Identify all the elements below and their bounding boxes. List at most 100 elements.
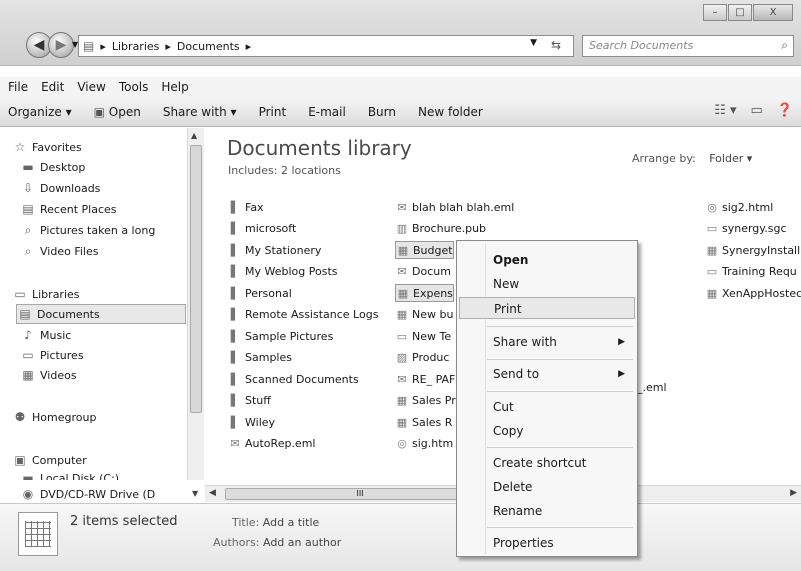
forward-button[interactable]: ▶: [48, 32, 74, 58]
nav-pictures-taken[interactable]: ⌕ Pictures taken a long: [20, 223, 156, 238]
folder-icon: ▤: [83, 39, 95, 53]
nav-local-disk[interactable]: ▬ Local Disk (C:): [20, 471, 119, 480]
library-locations-link[interactable]: Includes: 2 locations: [228, 164, 341, 177]
nav-homegroup[interactable]: ⚉ Homegroup: [12, 410, 97, 424]
nav-documents[interactable]: ▤ Documents: [16, 304, 186, 324]
menu-edit[interactable]: Edit: [41, 80, 64, 94]
file-item[interactable]: ▌ Fax: [228, 198, 264, 216]
file-item[interactable]: ▌ Personal: [228, 284, 292, 302]
file-item[interactable]: ▌ Stuff: [228, 392, 271, 410]
print-button[interactable]: Print: [259, 105, 287, 119]
scroll-thumb[interactable]: [190, 145, 202, 413]
file-item[interactable]: ▭ New Te: [395, 327, 451, 345]
file-item[interactable]: ▦ New bu: [395, 306, 454, 324]
nav-vertical-scrollbar[interactable]: ▲: [187, 128, 204, 480]
nav-videos[interactable]: ▦ Videos: [20, 368, 76, 382]
menu-view[interactable]: View: [77, 80, 105, 94]
menu-item-rename[interactable]: Rename: [459, 500, 635, 522]
menu-item-open[interactable]: Open: [459, 249, 635, 271]
nav-pictures[interactable]: ▭ Pictures: [20, 348, 83, 362]
menu-item-properties[interactable]: Properties: [459, 532, 635, 554]
open-button[interactable]: ▣ Open: [94, 105, 141, 119]
file-item[interactable]: ✉ RE_ PAF: [395, 370, 455, 388]
file-item[interactable]: ▌ Scanned Documents: [228, 370, 359, 388]
nav-recent-places[interactable]: ▤ Recent Places: [20, 202, 116, 216]
file-item[interactable]: ✉ AutoRep.eml: [228, 435, 315, 453]
authors-value[interactable]: Add an author: [263, 536, 341, 549]
nav-libraries[interactable]: ▭ Libraries: [12, 287, 79, 301]
details-pane: 2 items selected Title: Add a title Auth…: [0, 503, 801, 571]
file-item[interactable]: ▌ Remote Assistance Logs: [228, 306, 379, 324]
file-item[interactable]: ▥ Brochure.pub: [395, 220, 486, 238]
search-icon[interactable]: ⌕: [781, 38, 788, 53]
menu-tools[interactable]: Tools: [119, 80, 149, 94]
menu-item-create-shortcut[interactable]: Create shortcut: [459, 452, 635, 474]
file-item[interactable]: ◎ sig2.html: [705, 198, 773, 216]
help-icon[interactable]: ❓: [777, 103, 793, 118]
file-item[interactable]: ▦ SynergyInstall: [705, 241, 800, 259]
new-folder-button[interactable]: New folder: [418, 105, 483, 119]
file-item[interactable]: ▌ Sample Pictures: [228, 327, 334, 345]
view-options-icon[interactable]: ☷ ▾: [714, 103, 736, 118]
file-item[interactable]: ◎ sig.htm: [395, 435, 453, 453]
file-label: My Weblog Posts: [245, 265, 338, 278]
file-item[interactable]: ✉ Docum: [395, 263, 451, 281]
nav-favorites[interactable]: ☆ Favorites: [12, 140, 82, 154]
organize-button[interactable]: Organize ▾: [8, 105, 72, 119]
nav-scroll-down-icon[interactable]: ▼: [192, 489, 198, 498]
nav-video-files[interactable]: ⌕ Video Files: [20, 244, 99, 259]
file-item[interactable]: ▌ Samples: [228, 349, 292, 367]
spreadsheet-file-icon: ▦: [396, 415, 408, 429]
menu-item-new[interactable]: New: [459, 273, 635, 295]
scroll-up-icon[interactable]: ▲: [191, 131, 197, 140]
disk-icon: ▬: [22, 471, 34, 480]
file-item[interactable]: ▌ microsoft: [228, 220, 297, 238]
nav-dvd-drive[interactable]: ◉ DVD/CD-RW Drive (D: [20, 487, 156, 501]
arrange-dropdown[interactable]: Folder ▾: [709, 152, 752, 165]
address-segment-documents[interactable]: Documents: [177, 40, 240, 53]
file-item[interactable]: ▨ Produc: [395, 349, 450, 367]
address-bar[interactable]: ▤ ▸ Libraries ▸ Documents ▸ ▼ ⇆: [78, 35, 574, 57]
email-button[interactable]: E-mail: [308, 105, 346, 119]
menu-item-send-to[interactable]: Send to ▶: [459, 363, 635, 385]
file-item[interactable]: ▌ Wiley: [228, 413, 275, 431]
refresh-icon[interactable]: ⇆: [551, 38, 561, 52]
minimize-button[interactable]: –: [703, 4, 727, 21]
preview-pane-icon[interactable]: ▭: [751, 103, 763, 118]
share-with-button[interactable]: Share with ▾: [163, 105, 237, 119]
file-item[interactable]: ▦ Expens: [395, 284, 454, 302]
burn-button[interactable]: Burn: [368, 105, 396, 119]
file-item[interactable]: ▦ Sales R: [395, 413, 453, 431]
nav-downloads[interactable]: ⇩ Downloads: [20, 181, 100, 195]
menu-separator: [487, 527, 633, 528]
nav-desktop[interactable]: ▬ Desktop: [20, 160, 85, 174]
nav-computer[interactable]: ▣ Computer: [12, 453, 86, 467]
search-input[interactable]: Search Documents ⌕: [582, 35, 794, 57]
address-segment-libraries[interactable]: Libraries: [112, 40, 160, 53]
menu-help[interactable]: Help: [161, 80, 188, 94]
title-value[interactable]: Add a title: [263, 516, 320, 529]
file-item[interactable]: ▦ XenAppHostec: [705, 284, 801, 302]
nav-music[interactable]: ♪ Music: [20, 328, 71, 342]
menu-item-copy[interactable]: Copy: [459, 420, 635, 442]
file-item[interactable]: ▭ synergy.sgc: [705, 220, 787, 238]
file-item[interactable]: ▌ My Stationery: [228, 241, 322, 259]
file-item[interactable]: ▭ Training Requ: [705, 263, 797, 281]
scroll-left-icon[interactable]: ◀: [209, 488, 216, 498]
menu-item-cut[interactable]: Cut: [459, 396, 635, 418]
file-item[interactable]: ✉ blah blah blah.eml: [395, 198, 514, 216]
menu-item-delete[interactable]: Delete: [459, 476, 635, 498]
file-item[interactable]: ▌ My Weblog Posts: [228, 263, 338, 281]
menu-item-share-with[interactable]: Share with ▶: [459, 331, 635, 353]
address-dropdown-icon[interactable]: ▼: [530, 38, 537, 48]
file-label: Remote Assistance Logs: [245, 308, 379, 321]
menu-file[interactable]: File: [8, 80, 28, 94]
maximize-button[interactable]: □: [728, 4, 752, 21]
scroll-right-icon[interactable]: ▶: [790, 488, 797, 498]
menu-item-print[interactable]: Print: [459, 297, 635, 319]
file-item[interactable]: ▦ Budget: [395, 241, 454, 259]
hscroll-thumb[interactable]: III: [225, 488, 495, 500]
close-button[interactable]: X: [753, 4, 793, 21]
search-folder-icon: ⌕: [24, 223, 32, 237]
file-item[interactable]: ▦ Sales Pr: [395, 392, 456, 410]
